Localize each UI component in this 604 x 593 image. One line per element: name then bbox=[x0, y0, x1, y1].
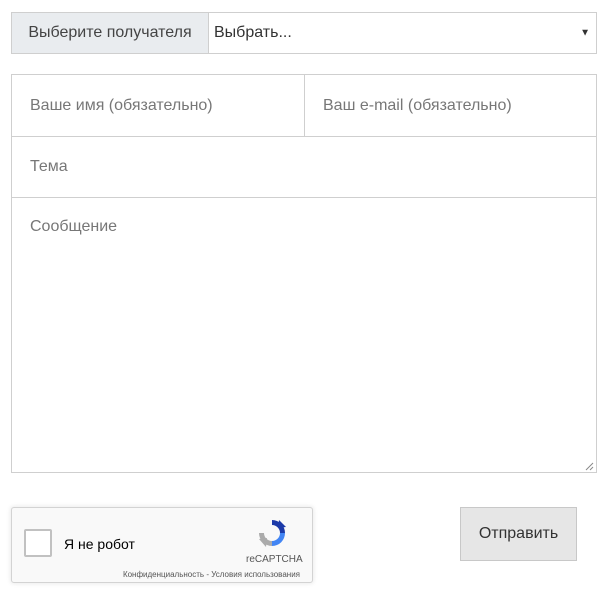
privacy-link[interactable]: Конфиденциальность bbox=[123, 570, 204, 579]
recipient-label: Выберите получателя bbox=[12, 13, 209, 53]
email-field[interactable]: Ваш e-mail (обязательно) bbox=[305, 75, 596, 136]
recipient-select[interactable]: Выбрать... ▼ bbox=[209, 13, 596, 53]
captcha-brand: reCAPTCHA bbox=[246, 554, 303, 565]
recipient-row: Выберите получателя Выбрать... ▼ bbox=[11, 12, 597, 54]
subject-field[interactable]: Тема bbox=[12, 137, 596, 198]
captcha-checkbox[interactable] bbox=[24, 529, 52, 557]
recaptcha-widget: Я не робот reCAPTCHA Конфиденциальность … bbox=[11, 507, 313, 583]
captcha-label: Я не робот bbox=[64, 536, 135, 552]
recaptcha-logo-icon bbox=[259, 520, 286, 547]
recipient-selected-value: Выбрать... bbox=[214, 24, 292, 41]
resize-handle-icon[interactable] bbox=[584, 461, 594, 471]
submit-button[interactable]: Отправить bbox=[460, 507, 577, 561]
name-field[interactable]: Ваше имя (обязательно) bbox=[12, 75, 305, 136]
name-email-row: Ваше имя (обязательно) Ваш e-mail (обяза… bbox=[12, 75, 596, 137]
terms-link[interactable]: Условия использования bbox=[211, 570, 300, 579]
message-field[interactable]: Сообщение bbox=[12, 198, 596, 473]
message-placeholder: Сообщение bbox=[30, 218, 118, 235]
contact-form: Ваше имя (обязательно) Ваш e-mail (обяза… bbox=[11, 74, 597, 473]
dropdown-arrow-icon: ▼ bbox=[580, 27, 590, 39]
captcha-links: Конфиденциальность - Условия использован… bbox=[123, 570, 300, 579]
